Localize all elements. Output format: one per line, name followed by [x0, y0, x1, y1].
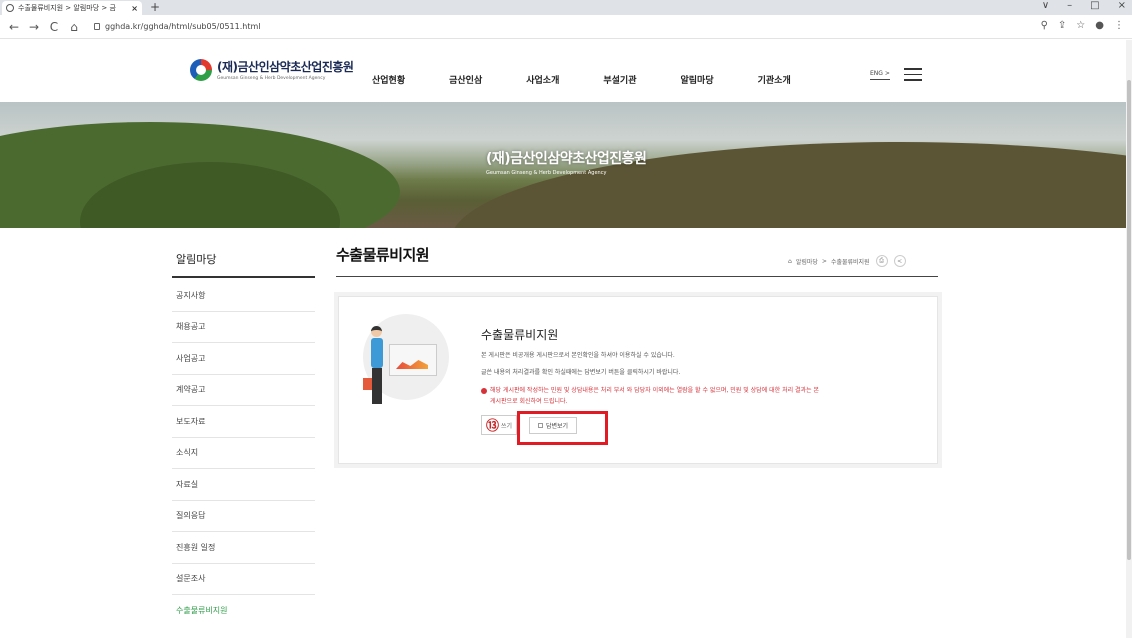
- nav-item-business[interactable]: 사업소개: [526, 73, 559, 86]
- nav-item-geumsan-ginseng[interactable]: 금산인삼: [449, 73, 482, 86]
- logo-title: (재)금산인삼약초산업진흥원: [217, 60, 354, 74]
- address-bar[interactable]: gghda.kr/gghda/html/sub05/0511.html: [94, 22, 261, 31]
- zoom-icon[interactable]: ⚲: [1041, 20, 1048, 31]
- breadcrumb-item[interactable]: 알림마당: [796, 257, 818, 266]
- sidebar-item-contract[interactable]: 계약공고: [172, 375, 315, 406]
- sidebar-item-press[interactable]: 보도자료: [172, 406, 315, 438]
- reload-button[interactable]: C: [48, 20, 60, 34]
- globe-icon: [6, 4, 14, 12]
- site-header: (재)금산인삼약초산업진흥원 Geumsan Ginseng & Herb De…: [0, 40, 1132, 102]
- sidebar-item-newsletter[interactable]: 소식지: [172, 438, 315, 469]
- banner-title: (재)금산인삼약초산업진흥원 Geumsan Ginseng & Herb De…: [486, 148, 647, 176]
- browser-tabstrip: 수출물류비지원 > 알림마당 > 금 × + ∨ – □ ×: [0, 0, 1132, 15]
- home-icon[interactable]: ⌂: [788, 258, 792, 265]
- site-logo[interactable]: (재)금산인삼약초산업진흥원 Geumsan Ginseng & Herb De…: [190, 58, 354, 81]
- browser-toolbar: ← → C ⌂ gghda.kr/gghda/html/sub05/0511.h…: [0, 15, 1132, 39]
- url-text: gghda.kr/gghda/html/sub05/0511.html: [105, 22, 261, 31]
- sidebar-title: 알림마당: [176, 253, 217, 266]
- sidebar-item-notice[interactable]: 공지사항: [172, 280, 315, 312]
- logo-mark-icon: [190, 58, 212, 81]
- page-scrollbar[interactable]: [1126, 40, 1132, 638]
- lock-icon: [94, 23, 100, 30]
- nav-item-about[interactable]: 기관소개: [758, 73, 791, 86]
- close-tab-icon[interactable]: ×: [131, 4, 138, 13]
- tab-search-button[interactable]: ∨: [1042, 0, 1049, 11]
- sidebar-item-export-logistics[interactable]: 수출물류비지원: [172, 595, 315, 627]
- warning-icon: [481, 387, 487, 394]
- banner-title-en: Geumsan Ginseng & Herb Development Agenc…: [486, 170, 607, 176]
- hamburger-menu-icon[interactable]: [904, 68, 922, 85]
- print-icon[interactable]: ⎙: [875, 255, 888, 267]
- nav-item-industry-status[interactable]: 산업현황: [372, 73, 405, 86]
- step-marker: ⑬: [486, 419, 500, 434]
- back-button[interactable]: ←: [8, 20, 20, 34]
- sidebar-item-qna[interactable]: 질의응답: [172, 501, 315, 532]
- close-window-button[interactable]: ×: [1118, 0, 1126, 11]
- hero-banner: (재)금산인삼약초산업진흥원 Geumsan Ginseng & Herb De…: [0, 102, 1132, 228]
- title-divider: [336, 276, 938, 277]
- card-title: 수출물류비지원: [481, 328, 559, 342]
- sidebar-item-business-notice[interactable]: 사업공고: [172, 343, 315, 375]
- sidebar-item-survey[interactable]: 설문조사: [172, 564, 315, 595]
- bookmark-star-icon[interactable]: ☆: [1076, 20, 1085, 31]
- toolbar-right: ⚲ ⇪ ☆ ● ⋮: [1041, 20, 1124, 31]
- card-description: 본 게시판은 비공개용 게시판으로서 본인확인을 하셔야 이용하실 수 있습니다…: [481, 352, 675, 359]
- english-link[interactable]: ENG >: [870, 70, 890, 80]
- share-icon[interactable]: <: [893, 255, 906, 267]
- minimize-button[interactable]: –: [1067, 0, 1072, 11]
- new-tab-button[interactable]: +: [150, 0, 160, 14]
- banner-title-ko: (재)금산인삼약초산업진흥원: [486, 151, 647, 167]
- warning-text: 게시판으로 회신하여 드립니다.: [490, 398, 568, 405]
- home-button[interactable]: ⌂: [68, 20, 80, 34]
- warning-text: 해당 게시판에 작성하는 민원 및 상담내용은 처리 부서 와 담당자 이외에는…: [490, 387, 820, 394]
- sidebar-menu: 공지사항 채용공고 사업공고 계약공고 보도자료 소식지 자료실 질의응답 진흥…: [172, 280, 315, 627]
- browser-tab[interactable]: 수출물류비지원 > 알림마당 > 금 ×: [2, 1, 142, 15]
- nav-item-affiliates[interactable]: 부설기관: [603, 73, 636, 86]
- breadcrumb: ⌂ 알림마당 > 수출물류비지원 ⎙ <: [788, 255, 906, 267]
- breadcrumb-separator: >: [821, 257, 827, 265]
- profile-icon[interactable]: ●: [1095, 20, 1104, 31]
- breadcrumb-current: 수출물류비지원: [830, 258, 870, 266]
- scrollbar-thumb[interactable]: [1127, 80, 1131, 560]
- person-chart-illustration: [357, 314, 449, 424]
- maximize-button[interactable]: □: [1090, 0, 1099, 11]
- tab-title: 수출물류비지원 > 알림마당 > 금: [18, 4, 116, 12]
- main-nav: 산업현황 금산인삼 사업소개 부설기관 알림마당 기관소개: [372, 73, 835, 86]
- forward-button[interactable]: →: [28, 20, 40, 34]
- sidebar-item-archive[interactable]: 자료실: [172, 469, 315, 501]
- page-title: 수출물류비지원: [336, 246, 430, 264]
- menu-kebab-icon[interactable]: ⋮: [1114, 20, 1124, 31]
- highlight-box: [517, 411, 608, 445]
- sidebar-item-schedule[interactable]: 진흥원 일정: [172, 532, 315, 564]
- info-card: 수출물류비지원 본 게시판은 비공개용 게시판으로서 본인확인을 하셔야 이용하…: [338, 296, 938, 464]
- nav-item-notices[interactable]: 알림마당: [681, 73, 714, 86]
- warning-notice: 해당 게시판에 작성하는 민원 및 상담내용은 처리 부서 와 담당자 이외에는…: [481, 385, 921, 407]
- card-description: 글쓴 내용의 처리결과를 확인 하실때에는 답변보기 버튼을 클릭하시기 바랍니…: [481, 369, 681, 376]
- window-controls: ∨ – □ ×: [1042, 0, 1126, 11]
- logo-subtitle: Geumsan Ginseng & Herb Development Agenc…: [217, 76, 326, 81]
- share-icon[interactable]: ⇪: [1058, 20, 1066, 31]
- sidebar-divider: [172, 276, 315, 278]
- sidebar-item-recruitment[interactable]: 채용공고: [172, 312, 315, 343]
